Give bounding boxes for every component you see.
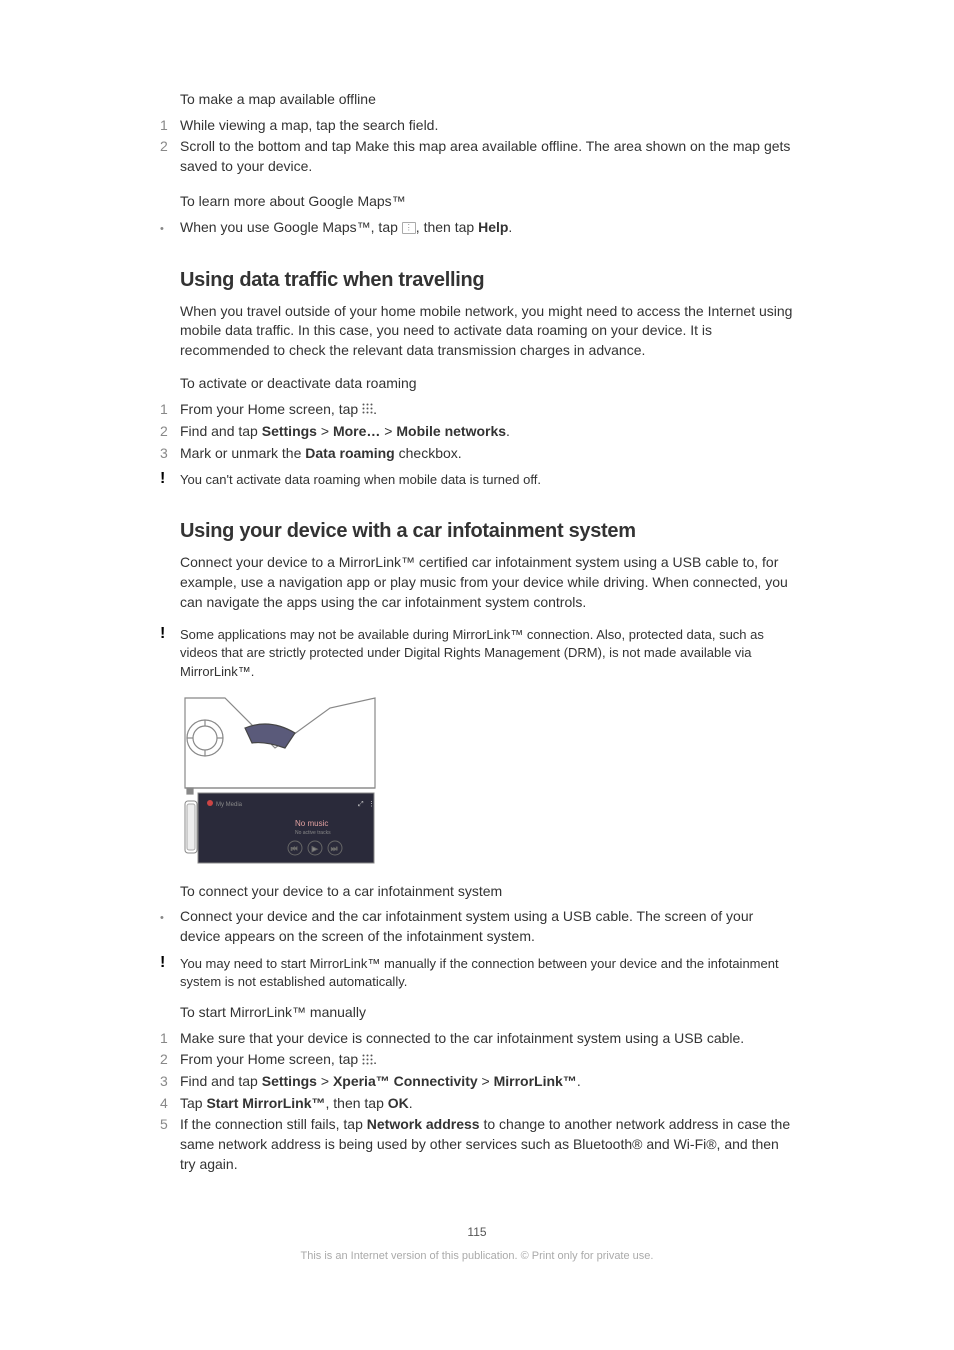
step-number: 3 <box>160 444 180 464</box>
step-number: 1 <box>160 116 180 136</box>
list-item: 1 While viewing a map, tap the search fi… <box>160 116 794 136</box>
svg-text:⋮: ⋮ <box>368 801 375 808</box>
apps-grid-icon <box>362 1051 373 1071</box>
step-number: 2 <box>160 422 180 442</box>
step-text: Find and tap Settings > Xperia™ Connecti… <box>180 1072 794 1092</box>
step-text: Make sure that your device is connected … <box>180 1029 794 1049</box>
step-number: 1 <box>160 400 180 420</box>
step-number: 3 <box>160 1072 180 1092</box>
svg-text:No music: No music <box>295 819 328 828</box>
step-text: Mark or unmark the Data roaming checkbox… <box>180 444 794 464</box>
apps-grid-icon <box>362 400 373 420</box>
list-item: 2 Find and tap Settings > More… > Mobile… <box>160 422 794 442</box>
step-number: 2 <box>160 137 180 176</box>
step-text: When you use Google Maps™, tap ⋮, then t… <box>180 218 794 238</box>
list-item: 4 Tap Start MirrorLink™, then tap OK. <box>160 1094 794 1114</box>
list-item: 3 Find and tap Settings > Xperia™ Connec… <box>160 1072 794 1092</box>
car-infotainment-illustration: My Media ⤢ ⋮ No music No active tracks ⏮… <box>180 693 380 868</box>
bullet: • <box>160 907 180 946</box>
step-number: 1 <box>160 1029 180 1049</box>
svg-text:⏭: ⏭ <box>331 846 338 853</box>
note: ! You may need to start MirrorLink™ manu… <box>160 955 794 991</box>
heading-car-infotainment: Using your device with a car infotainmen… <box>180 517 794 545</box>
step-number: 2 <box>160 1050 180 1070</box>
step-text: Scroll to the bottom and tap Make this m… <box>180 137 794 176</box>
warning-icon: ! <box>160 471 180 489</box>
step-text: From your Home screen, tap . <box>180 1050 794 1070</box>
list-item: 1 From your Home screen, tap . <box>160 400 794 420</box>
svg-text:No active tracks: No active tracks <box>295 830 331 836</box>
note-text: You can't activate data roaming when mob… <box>180 471 794 489</box>
section-title: To learn more about Google Maps™ <box>180 192 794 212</box>
list-item: 2 From your Home screen, tap . <box>160 1050 794 1070</box>
paragraph: When you travel outside of your home mob… <box>180 302 794 361</box>
svg-text:⤢: ⤢ <box>358 801 364 808</box>
svg-text:⏮: ⏮ <box>291 846 297 853</box>
warning-icon: ! <box>160 955 180 991</box>
section-title: To start MirrorLink™ manually <box>180 1003 794 1023</box>
list-item: 3 Mark or unmark the Data roaming checkb… <box>160 444 794 464</box>
list-item: • Connect your device and the car infota… <box>160 907 794 946</box>
step-number: 4 <box>160 1094 180 1114</box>
list-item: 2 Scroll to the bottom and tap Make this… <box>160 137 794 176</box>
note: ! You can't activate data roaming when m… <box>160 471 794 489</box>
step-text: Tap Start MirrorLink™, then tap OK. <box>180 1094 794 1114</box>
list-item: • When you use Google Maps™, tap ⋮, then… <box>160 218 794 238</box>
footer-text: This is an Internet version of this publ… <box>160 1249 794 1264</box>
paragraph: Connect your device to a MirrorLink™ cer… <box>180 553 794 612</box>
svg-text:My Media: My Media <box>216 802 243 808</box>
menu-icon: ⋮ <box>402 222 416 234</box>
svg-text:▶: ▶ <box>312 846 318 853</box>
note-text: Some applications may not be available d… <box>180 626 794 681</box>
note-text: You may need to start MirrorLink™ manual… <box>180 955 794 991</box>
section-title: To connect your device to a car infotain… <box>180 882 794 902</box>
section-title: To make a map available offline <box>180 90 794 110</box>
step-text: From your Home screen, tap . <box>180 400 794 420</box>
step-text: While viewing a map, tap the search fiel… <box>180 116 794 136</box>
step-text: Find and tap Settings > More… > Mobile n… <box>180 422 794 442</box>
list-item: 5 If the connection still fails, tap Net… <box>160 1115 794 1174</box>
step-text: Connect your device and the car infotain… <box>180 907 794 946</box>
bullet: • <box>160 218 180 238</box>
heading-data-traffic: Using data traffic when travelling <box>180 266 794 294</box>
step-number: 5 <box>160 1115 180 1174</box>
note: ! Some applications may not be available… <box>160 626 794 681</box>
page-number: 115 <box>160 1224 794 1241</box>
step-text: If the connection still fails, tap Netwo… <box>180 1115 794 1174</box>
warning-icon: ! <box>160 626 180 681</box>
list-item: 1 Make sure that your device is connecte… <box>160 1029 794 1049</box>
section-title: To activate or deactivate data roaming <box>180 374 794 394</box>
